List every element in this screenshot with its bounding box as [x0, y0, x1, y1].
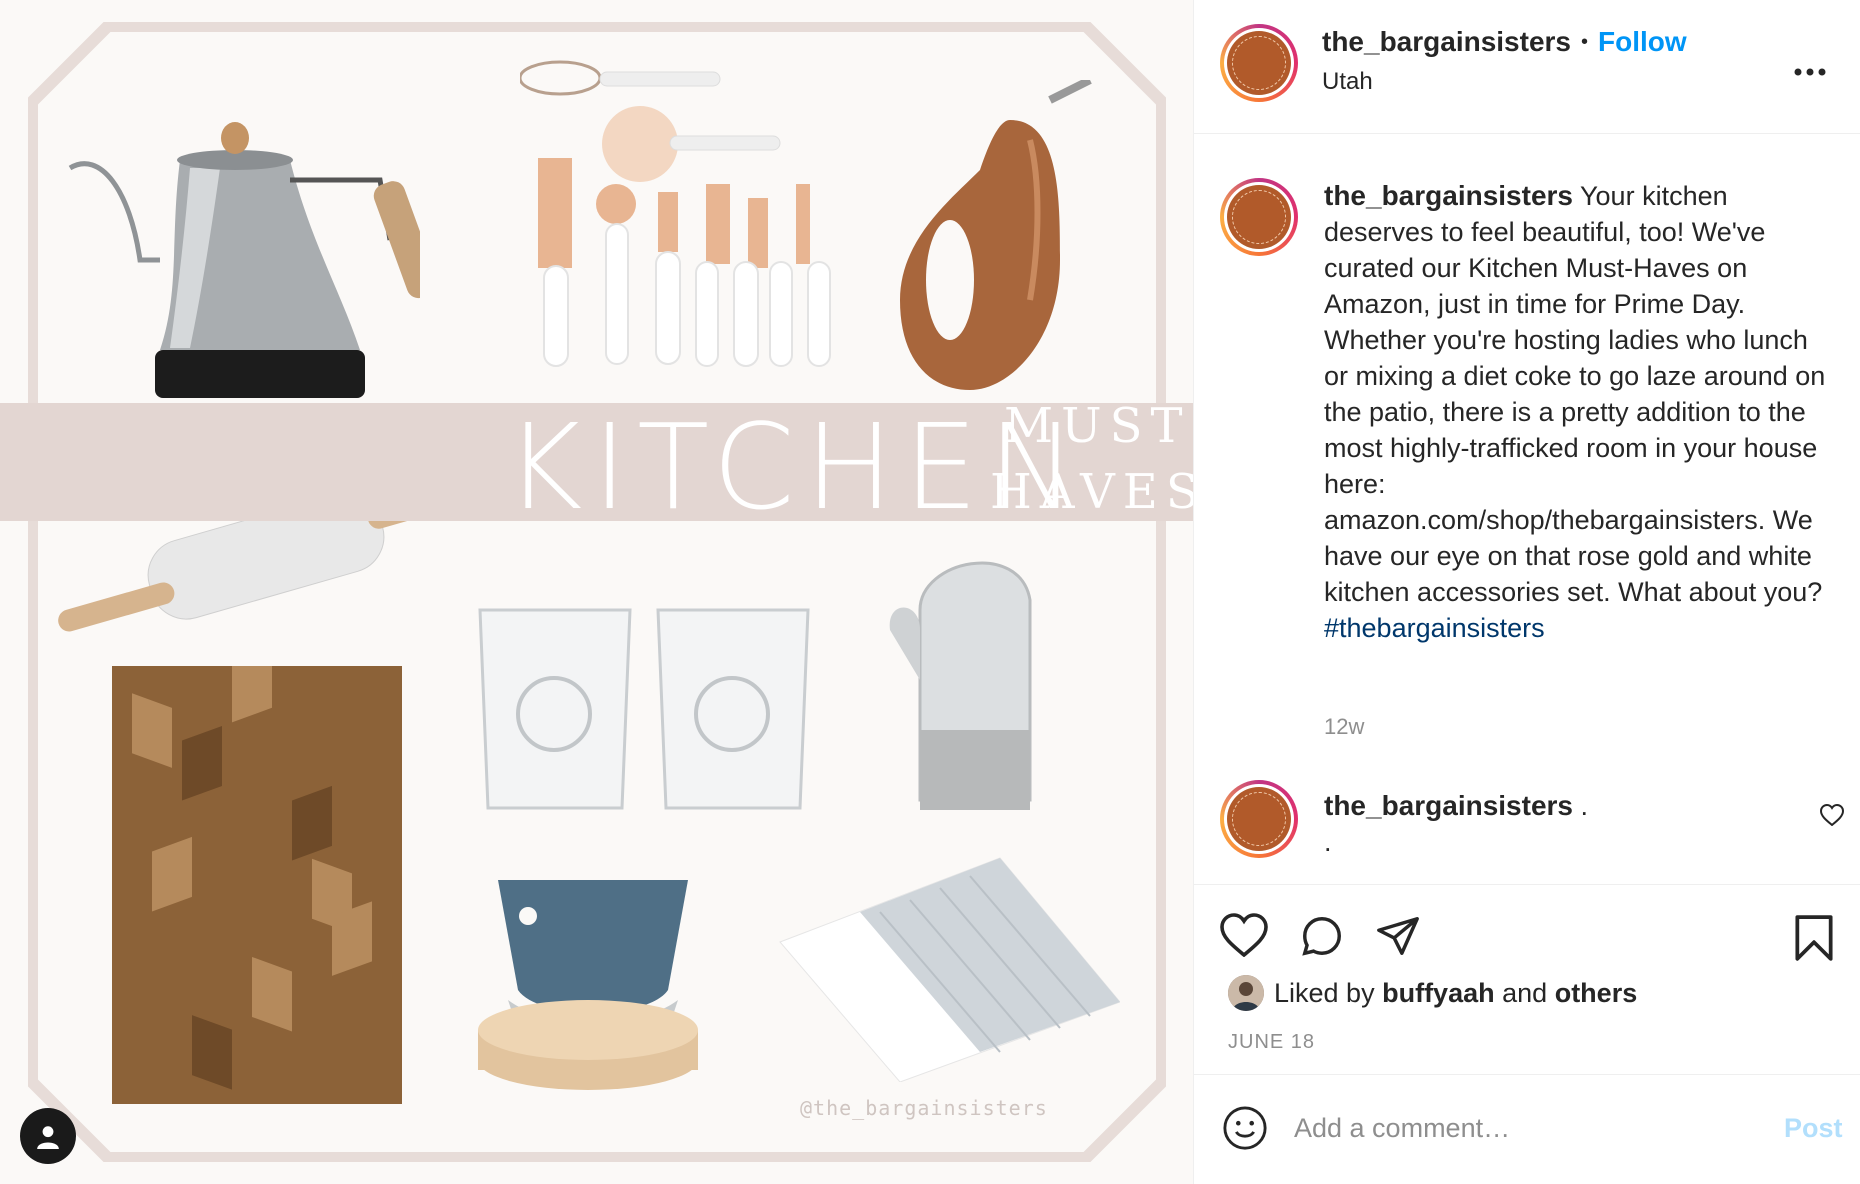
header-username[interactable]: the_bargainsisters: [1322, 26, 1571, 58]
comment-like-button[interactable]: [1819, 803, 1845, 831]
user-tags-button[interactable]: [20, 1108, 76, 1164]
post-actions: Liked by buffyaah and others JUNE 18: [1194, 884, 1860, 1074]
comment-input[interactable]: [1294, 1113, 1734, 1144]
heart-icon: [1220, 913, 1268, 958]
liker-avatar: [1228, 975, 1264, 1011]
comment-bubble-icon: [1302, 917, 1341, 956]
band-subtitle-must: MUST: [1004, 398, 1191, 454]
glasses-icon: [478, 608, 810, 810]
image-watermark: @the_bargainsisters: [800, 1096, 1048, 1120]
comment-body-line2: .: [1324, 827, 1332, 857]
add-comment-section: Post: [1194, 1074, 1860, 1184]
caption-section: the_bargainsisters Your kitchen deserves…: [1194, 134, 1860, 884]
utensil-set-icon: [520, 60, 831, 367]
paper-plane-icon: [1377, 917, 1419, 955]
band-subtitle-haves: HAVES: [990, 464, 1194, 520]
caption-timestamp[interactable]: 12w: [1324, 714, 1364, 740]
post-comment-button[interactable]: Post: [1784, 1113, 1843, 1144]
comment-button[interactable]: [1298, 913, 1346, 964]
oil-pitcher-icon: [900, 80, 1092, 390]
liked-by-others[interactable]: others: [1555, 978, 1638, 1009]
bookmark-icon: [1795, 915, 1833, 961]
like-button[interactable]: [1220, 913, 1268, 962]
avatar[interactable]: [1220, 24, 1298, 102]
save-button[interactable]: [1792, 913, 1836, 968]
comment-username[interactable]: the_bargainsisters: [1324, 790, 1573, 821]
post-details-panel: the_bargainsisters • Follow Utah the_bar…: [1194, 0, 1860, 1184]
kettle-icon: [68, 122, 420, 398]
caption-username[interactable]: the_bargainsisters: [1324, 180, 1573, 211]
mezzaluna-icon: [478, 880, 698, 1090]
person-icon: [37, 1126, 59, 1149]
emoji-button[interactable]: [1222, 1105, 1268, 1156]
header-separator: •: [1581, 30, 1589, 53]
post-date[interactable]: JUNE 18: [1228, 1031, 1315, 1054]
oven-mitts-icon: [889, 561, 1032, 810]
likes-summary[interactable]: Liked by buffyaah and others: [1228, 975, 1637, 1011]
share-button[interactable]: [1374, 913, 1422, 964]
caption-text-block: the_bargainsisters Your kitchen deserves…: [1324, 178, 1834, 646]
cutting-board-icon: [112, 666, 402, 1104]
caption-hashtag[interactable]: #thebargainsisters: [1324, 613, 1545, 643]
comment-body-line1: .: [1580, 791, 1589, 821]
liked-by-user[interactable]: buffyaah: [1382, 978, 1495, 1009]
comment-item: the_bargainsisters . .: [1324, 788, 1588, 860]
caption-avatar[interactable]: [1220, 178, 1298, 256]
comment-avatar[interactable]: [1220, 780, 1298, 858]
liked-by-and: and: [1502, 977, 1548, 1008]
caption-body: Your kitchen deserves to feel beautiful,…: [1324, 181, 1826, 607]
post-header: the_bargainsisters • Follow Utah: [1194, 0, 1860, 134]
location-link[interactable]: Utah: [1322, 68, 1373, 96]
more-icon: [1794, 68, 1826, 76]
more-options-button[interactable]: [1794, 46, 1826, 85]
smiley-icon: [1223, 1106, 1267, 1150]
heart-icon: [1819, 803, 1845, 827]
instagram-post: KITCHEN MUST HAVES @the_bargainsisters t…: [0, 0, 1860, 1184]
follow-button[interactable]: Follow: [1598, 26, 1687, 58]
post-image[interactable]: KITCHEN MUST HAVES @the_bargainsisters: [0, 0, 1194, 1184]
towel-icon: [779, 857, 1120, 1082]
liked-by-prefix: Liked by: [1274, 977, 1375, 1008]
